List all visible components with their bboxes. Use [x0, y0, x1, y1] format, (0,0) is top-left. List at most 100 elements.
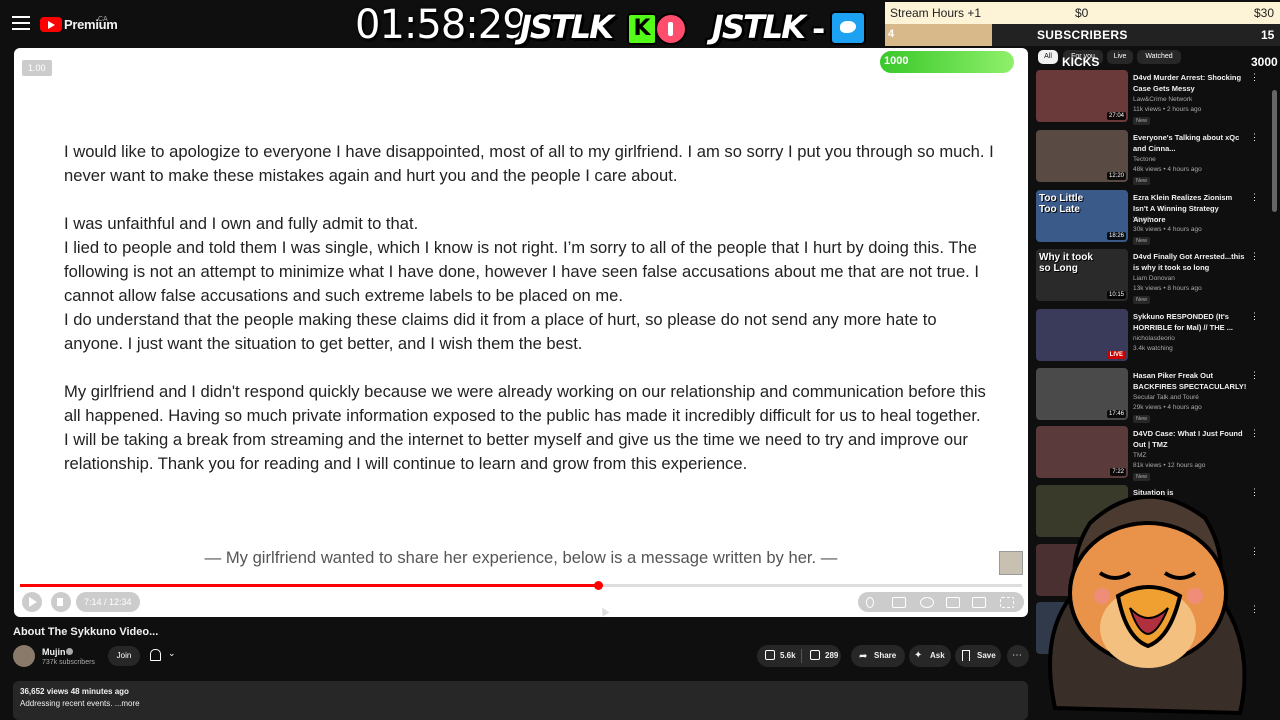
paragraph-line: My girlfriend and I didn't respond quick…	[64, 382, 986, 425]
channel-avatar[interactable]	[13, 645, 35, 667]
video-duration: 27:04	[1106, 112, 1126, 120]
volume-button[interactable]	[51, 592, 71, 612]
more-options-icon[interactable]: ⋮	[1250, 72, 1259, 83]
chip-watched[interactable]: Watched	[1137, 50, 1181, 64]
settings-icon[interactable]	[920, 597, 934, 608]
video-channel[interactable]: Secular Talk and Touré	[1133, 394, 1199, 401]
video-channel[interactable]: Law&Crime Network	[1133, 96, 1192, 103]
share-icon: ➦	[859, 651, 868, 662]
video-duration: 7:22	[1110, 468, 1126, 476]
description-box[interactable]	[13, 681, 1028, 720]
more-options-icon[interactable]: ⋮	[1250, 370, 1259, 381]
video-title-link[interactable]: Everyone's Talking about xQc and Cinna..…	[1133, 132, 1249, 154]
jstlk-logo-left: JSTLK	[520, 8, 614, 46]
menu-icon[interactable]	[12, 16, 30, 30]
ask-label: Ask	[930, 651, 945, 660]
cast-icon[interactable]	[972, 597, 986, 608]
subscribers-goal-fill	[885, 24, 992, 46]
thumbnail-caption: Why it took so Long	[1039, 252, 1093, 274]
video-channel[interactable]: TMZ	[1133, 452, 1146, 459]
video-duration: 17:46	[1106, 410, 1126, 418]
more-icon: ⋯	[1012, 650, 1022, 661]
more-options-icon[interactable]: ⋮	[1250, 132, 1259, 143]
stream-hours-max: $30	[1254, 6, 1275, 20]
video-thumbnail[interactable]: LIVE	[1036, 309, 1128, 361]
new-badge: New	[1133, 296, 1151, 304]
new-badge: New	[1133, 177, 1151, 185]
video-thumbnail[interactable]: 12:20	[1036, 130, 1128, 182]
subscriber-count: 737k subscribers	[42, 659, 95, 666]
chip-all[interactable]: All	[1038, 50, 1058, 64]
chevron-down-icon[interactable]: ⌄	[168, 648, 176, 659]
paragraph-2: I was unfaithful and I own and fully adm…	[64, 212, 994, 356]
stream-timer: 01:58:29	[355, 2, 528, 48]
play-button[interactable]	[22, 592, 42, 612]
video-thumbnail[interactable]: Why it took so Long 10:15	[1036, 249, 1128, 301]
paragraph-line: I lied to people and told them I was sin…	[64, 238, 980, 305]
fullscreen-icon[interactable]	[1000, 597, 1014, 608]
video-stats: 29k views • 4 hours ago	[1133, 404, 1202, 411]
more-options-icon[interactable]: ⋮	[1250, 311, 1259, 322]
corner-thumbnail	[999, 551, 1023, 575]
paragraph-line: I was unfaithful and I own and fully adm…	[64, 214, 419, 233]
more-options-icon[interactable]: ⋮	[1250, 428, 1259, 439]
thumbnail-caption: Too Little Too Late	[1039, 193, 1084, 215]
subtitles-icon[interactable]	[892, 597, 906, 608]
miniplayer-icon[interactable]	[946, 597, 960, 608]
stream-hours-label: Stream Hours +1	[890, 6, 982, 20]
description-text[interactable]: Addressing recent events. ...more	[20, 699, 140, 708]
channel-name[interactable]: Mujin	[42, 647, 66, 657]
time-display: 7:14 / 12:34	[76, 592, 140, 612]
video-title: About The Sykkuno Video...	[13, 626, 159, 638]
join-button[interactable]: Join	[108, 646, 140, 666]
kicks-goal: 3000	[1251, 55, 1278, 69]
video-title-link[interactable]: D4VD Case: What I Just Found Out | TMZ	[1133, 428, 1249, 450]
video-channel[interactable]: nicholasdeorio	[1133, 335, 1175, 342]
video-stats: 11k views • 2 hours ago	[1133, 106, 1202, 113]
video-player[interactable]: 1.00 I would like to apologize to everyo…	[14, 48, 1028, 617]
thumbs-down-icon[interactable]	[810, 650, 820, 660]
brand-text[interactable]: Premium	[64, 17, 118, 32]
paragraph-line: I will be taking a break from streaming …	[64, 430, 968, 473]
dislike-count[interactable]: 289	[825, 651, 838, 660]
progress-fill	[20, 584, 599, 587]
more-options-icon[interactable]: ⋮	[1250, 251, 1259, 262]
youtube-logo-icon[interactable]	[40, 17, 62, 32]
video-thumbnail[interactable]: 27:04	[1036, 70, 1128, 122]
video-channel[interactable]: Vaush	[1133, 216, 1151, 223]
video-thumbnail[interactable]: 7:22	[1036, 426, 1128, 478]
views-and-date: 36,652 views 48 minutes ago	[20, 687, 129, 696]
like-count[interactable]: 5.6k	[780, 651, 796, 660]
kicks-count: 1000	[884, 55, 909, 67]
video-duration: 18:26	[1106, 232, 1126, 240]
new-badge: New	[1133, 415, 1151, 423]
kicks-label: KICKS	[1062, 55, 1100, 69]
autoplay-icon[interactable]	[866, 597, 874, 608]
progress-scrubber[interactable]	[594, 581, 604, 590]
video-title-link[interactable]: D4vd Murder Arrest: Shocking Case Gets M…	[1133, 72, 1249, 94]
verified-icon	[66, 648, 73, 655]
chip-live[interactable]: Live	[1107, 50, 1133, 64]
sparkle-icon: ✦	[914, 650, 923, 661]
video-channel[interactable]: Tectone	[1133, 156, 1156, 163]
bird-mascot-image	[1048, 494, 1247, 716]
playback-speed-badge: 1.00	[22, 60, 52, 76]
more-options-icon[interactable]: ⋮	[1250, 192, 1259, 203]
video-channel[interactable]: Liam Donovan	[1133, 275, 1175, 282]
quote-line: — My girlfriend wanted to share her expe…	[204, 548, 838, 567]
paragraph-line: I would like to apologize to everyone I …	[64, 142, 994, 185]
video-stats: 13k views • 8 hours ago	[1133, 285, 1202, 292]
thumbs-up-icon[interactable]	[765, 650, 775, 660]
logo-dash: -	[812, 10, 826, 48]
video-thumbnail[interactable]: Too Little Too Late 18:26	[1036, 190, 1128, 242]
video-title-link[interactable]: D4vd Finally Got Arrested...this is why …	[1133, 251, 1249, 273]
twitter-icon	[830, 11, 866, 45]
video-title-link[interactable]: Hasan Piker Freak Out BACKFIRES SPECTACU…	[1133, 370, 1249, 392]
video-thumbnail[interactable]: 17:46	[1036, 368, 1128, 420]
kick-logo-icon: K	[627, 13, 657, 45]
sidebar-scrollbar[interactable]	[1272, 90, 1277, 212]
video-title-link[interactable]: Sykkuno RESPONDED (It's HORRIBLE for Mal…	[1133, 311, 1249, 333]
player-right-controls	[858, 592, 1024, 612]
bell-icon[interactable]	[150, 649, 161, 661]
record-logo-icon	[655, 13, 687, 45]
